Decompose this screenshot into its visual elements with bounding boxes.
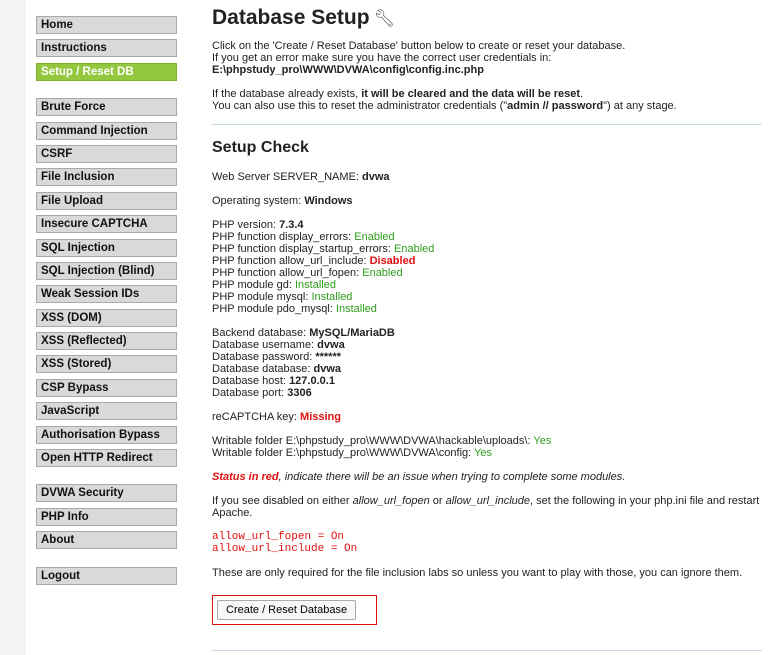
page-title: Database Setup 🔧︎ — [212, 6, 396, 29]
only-required-note: These are only required for the file inc… — [212, 567, 743, 579]
menu-item-home[interactable]: Home — [36, 16, 177, 34]
recaptcha-line: reCAPTCHA key: Missing — [212, 411, 341, 423]
menu-item-file-upload[interactable]: File Upload — [36, 191, 177, 210]
create-reset-database-button[interactable]: Create / Reset Database — [217, 600, 357, 620]
writable-folders: Writable folder E:\phpstudy_pro\WWW\DVWA… — [212, 435, 762, 459]
php-check-row: PHP function display_startup_errors: Ena… — [212, 243, 435, 255]
sidebar-menu: Home Instructions Setup / Reset DB Brute Fo… — [36, 16, 177, 590]
menu-item-instructions[interactable]: Instructions — [36, 39, 177, 58]
db-info-row: Database host: 127.0.0.1 — [212, 375, 335, 387]
php-ini-note: If you see disabled on either allow_url_… — [212, 495, 760, 519]
php-check-row: PHP function allow_url_include: Disabled — [212, 255, 416, 267]
php-checks: PHP version: 7.3.4 PHP function display_… — [212, 219, 762, 315]
php-ini-code: allow_url_fopen = On allow_url_include =… — [212, 531, 358, 555]
bottom-divider — [212, 650, 762, 651]
menu-item-php-info[interactable]: PHP Info — [36, 507, 177, 526]
db-info-row: Database database: dvwa — [212, 363, 342, 375]
wrench-icon: 🔧︎ — [373, 9, 396, 28]
menu-item-xss-reflected[interactable]: XSS (Reflected) — [36, 332, 177, 351]
writable-folder-row: Writable folder E:\phpstudy_pro\WWW\DVWA… — [212, 435, 552, 447]
menu-spacer — [36, 472, 177, 484]
writable-folder-row: Writable folder E:\phpstudy_pro\WWW\DVWA… — [212, 447, 493, 459]
config-path: E:\phpstudy_pro\WWW\DVWA\config\config.i… — [212, 64, 484, 76]
menu-item-logout[interactable]: Logout — [36, 566, 177, 585]
menu-item-xss-stored[interactable]: XSS (Stored) — [36, 355, 177, 374]
menu-item-about[interactable]: About — [36, 531, 177, 550]
menu-item-setup-reset-db[interactable]: Setup / Reset DB — [36, 62, 177, 81]
db-info-row: Database port: 3306 — [212, 387, 312, 399]
menu-item-open-http-redirect[interactable]: Open HTTP Redirect — [36, 449, 177, 468]
menu-item-dvwa-security[interactable]: DVWA Security — [36, 484, 177, 503]
menu-item-xss-dom[interactable]: XSS (DOM) — [36, 308, 177, 327]
menu-item-csp-bypass[interactable]: CSP Bypass — [36, 378, 177, 397]
server-name-line: Web Server SERVER_NAME: dvwa — [212, 171, 390, 183]
php-check-row: PHP module gd: Installed — [212, 279, 336, 291]
php-check-row: PHP module pdo_mysql: Installed — [212, 303, 377, 315]
db-info-row: Database password: ****** — [212, 351, 342, 363]
menu-item-csrf[interactable]: CSRF — [36, 144, 177, 163]
menu-item-brute-force[interactable]: Brute Force — [36, 98, 177, 117]
db-info-row: Backend database: MySQL/MariaDB — [212, 327, 395, 339]
main-content: Database Setup 🔧︎ Click on the 'Create / … — [212, 6, 762, 625]
os-line: Operating system: Windows — [212, 195, 353, 207]
menu-item-weak-session-ids[interactable]: Weak Session IDs — [36, 285, 177, 304]
menu-item-authorisation-bypass[interactable]: Authorisation Bypass — [36, 425, 177, 444]
menu-item-sql-injection-blind[interactable]: SQL Injection (Blind) — [36, 261, 177, 280]
page-container: Home Instructions Setup / Reset DB Brute Fo… — [26, 0, 768, 655]
menu-item-file-inclusion[interactable]: File Inclusion — [36, 168, 177, 187]
setup-check-title: Setup Check — [212, 139, 309, 156]
php-check-row: PHP module mysql: Installed — [212, 291, 353, 303]
php-check-row: PHP function display_errors: Enabled — [212, 231, 395, 243]
button-highlight-frame: Create / Reset Database — [212, 595, 378, 625]
divider — [212, 124, 762, 125]
menu-item-insecure-captcha[interactable]: Insecure CAPTCHA — [36, 215, 177, 234]
php-check-row: PHP function allow_url_fopen: Enabled — [212, 267, 403, 279]
menu-spacer — [36, 86, 177, 98]
database-info: Backend database: MySQL/MariaDB Database … — [212, 327, 762, 399]
menu-item-command-injection[interactable]: Command Injection — [36, 121, 177, 140]
intro-text: Click on the 'Create / Reset Database' b… — [212, 40, 626, 76]
menu-item-javascript[interactable]: JavaScript — [36, 402, 177, 421]
db-info-row: Database username: dvwa — [212, 339, 345, 351]
status-note: Status in red, indicate there will be an… — [212, 471, 626, 483]
menu-item-sql-injection[interactable]: SQL Injection — [36, 238, 177, 257]
reset-warning: If the database already exists, it will … — [212, 88, 677, 112]
menu-spacer — [36, 555, 177, 567]
